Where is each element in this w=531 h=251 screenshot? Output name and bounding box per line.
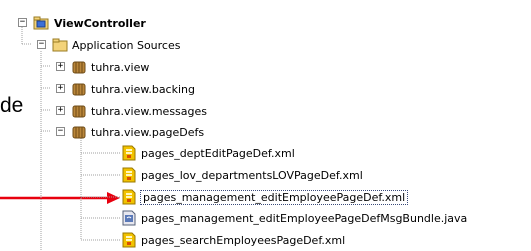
java-file-icon [121,210,137,226]
tree-item-label: pages_management_editEmployeePageDefMsgB… [141,211,468,225]
xml-file-icon [121,167,137,183]
tree-item-package[interactable]: tuhra.view.pageDefs [71,122,204,142]
folder-icon [52,37,68,53]
tree-item-label: tuhra.view.backing [91,82,195,96]
package-icon [71,59,87,75]
package-icon [71,124,87,140]
tree-item-viewcontroller[interactable]: ViewController [33,13,146,33]
tree-item-file[interactable]: pages_deptEditPageDef.xml [121,143,295,163]
tree-item-file[interactable]: pages_lov_departmentsLOVPageDef.xml [121,165,363,185]
tree-item-label: tuhra.view.messages [91,104,207,118]
tree-item-file[interactable]: pages_searchEmployeesPageDef.xml [121,230,345,250]
xml-file-icon [121,145,137,161]
tree-item-package[interactable]: tuhra.view [71,57,149,77]
tree-item-label: pages_lov_departmentsLOVPageDef.xml [141,168,363,182]
collapse-toggle-app-sources[interactable]: − [37,40,46,49]
tree-item-label: pages_searchEmployeesPageDef.xml [141,233,346,247]
expand-toggle-tuhra-view[interactable]: + [56,62,65,71]
xml-file-icon [121,232,137,248]
collapse-toggle-tuhra-view-pagedefs[interactable]: − [56,127,65,136]
tree-item-label: ViewController [54,16,146,30]
tree-item-label: tuhra.view.pageDefs [91,125,205,139]
package-icon [71,81,87,97]
tree-item-label: tuhra.view [91,60,150,74]
tree-item-label: Application Sources [72,38,181,52]
tree-item-file-selected[interactable]: pages_management_editEmployeePageDef.xml [121,187,409,207]
tree-item-label: pages_deptEditPageDef.xml [141,146,295,160]
collapse-toggle-viewcontroller[interactable]: − [18,18,27,27]
tree-item-application-sources[interactable]: Application Sources [52,35,180,55]
tree-item-package[interactable]: tuhra.view.backing [71,79,195,99]
xml-file-icon [121,189,137,205]
tree-item-package[interactable]: tuhra.view.messages [71,101,207,121]
expand-toggle-tuhra-view-backing[interactable]: + [56,84,65,93]
expand-toggle-tuhra-view-messages[interactable]: + [56,106,65,115]
project-folder-icon [33,15,49,31]
tree-item-label: pages_management_editEmployeePageDef.xml [140,189,409,205]
tree-item-file[interactable]: pages_management_editEmployeePageDefMsgB… [121,208,467,228]
package-icon [71,103,87,119]
